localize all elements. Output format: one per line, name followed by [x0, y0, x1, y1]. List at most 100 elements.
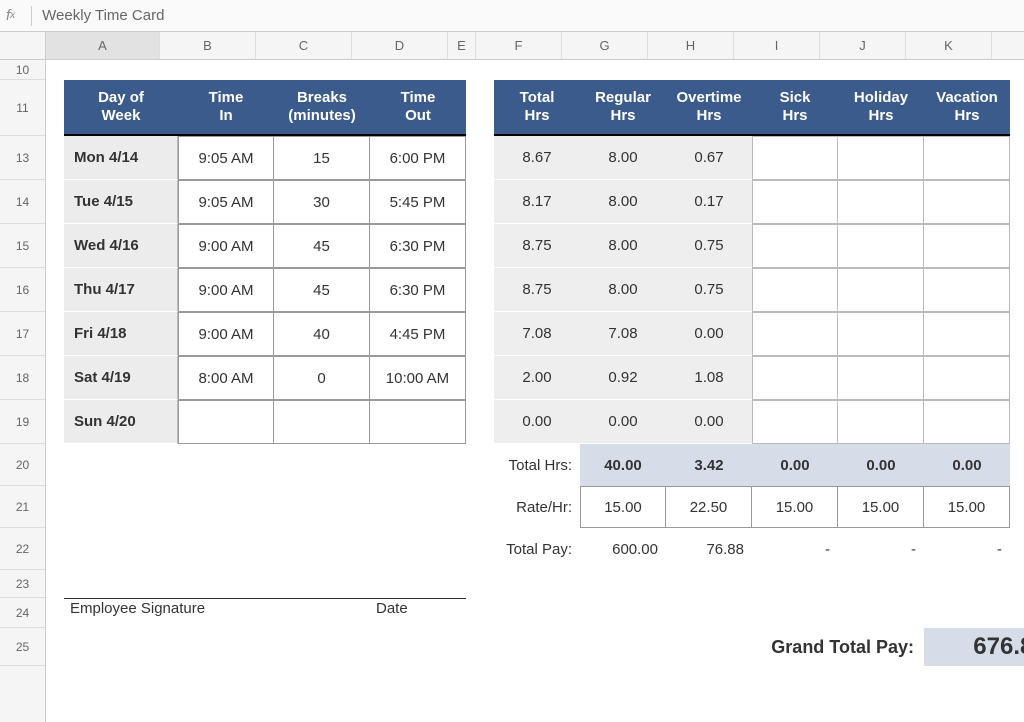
time-out-cell[interactable]: 10:00 AM [370, 356, 466, 400]
row-header[interactable]: 24 [0, 598, 45, 628]
col-header-I[interactable]: I [734, 32, 820, 59]
time-entry-row: Mon 4/14 9:05 AM 15 6:00 PM [64, 136, 466, 180]
total-hrs-reg: 40.00 [580, 444, 666, 486]
col-header-H[interactable]: H [648, 32, 734, 59]
vacation-hrs-cell[interactable] [924, 356, 1010, 400]
time-in-cell[interactable]: 9:05 AM [178, 180, 274, 224]
holiday-hrs-cell[interactable] [838, 312, 924, 356]
time-out-cell[interactable] [370, 400, 466, 444]
hdr-holiday: Holiday Hrs [838, 80, 924, 136]
time-in-cell[interactable]: 9:00 AM [178, 224, 274, 268]
sick-hrs-cell[interactable] [752, 136, 838, 180]
col-header-C[interactable]: C [256, 32, 352, 59]
ot-hrs-cell: 0.17 [666, 180, 752, 224]
row-header[interactable]: 25 [0, 628, 45, 666]
breaks-cell[interactable]: 15 [274, 136, 370, 180]
row-header[interactable]: 18 [0, 356, 45, 400]
select-all-corner[interactable] [0, 32, 46, 59]
row-header[interactable]: 21 [0, 486, 45, 528]
sick-hrs-cell[interactable] [752, 312, 838, 356]
col-header-D[interactable]: D [352, 32, 448, 59]
label-total-pay: Total Pay: [494, 528, 580, 570]
time-out-cell[interactable]: 5:45 PM [370, 180, 466, 224]
sick-hrs-cell[interactable] [752, 356, 838, 400]
day-label: Thu 4/17 [64, 268, 178, 312]
row-header[interactable]: 13 [0, 136, 45, 180]
hdr-vacation: Vacation Hrs [924, 80, 1010, 136]
row-header[interactable]: 16 [0, 268, 45, 312]
col-header-K[interactable]: K [906, 32, 992, 59]
vacation-hrs-cell[interactable] [924, 312, 1010, 356]
holiday-hrs-cell[interactable] [838, 224, 924, 268]
holiday-hrs-cell[interactable] [838, 180, 924, 224]
row-header[interactable]: 23 [0, 570, 45, 598]
sick-hrs-cell[interactable] [752, 224, 838, 268]
formula-input[interactable] [40, 6, 1018, 25]
sick-hrs-cell[interactable] [752, 400, 838, 444]
breaks-cell[interactable]: 0 [274, 356, 370, 400]
col-header-A[interactable]: A [46, 32, 160, 59]
breaks-cell[interactable]: 45 [274, 268, 370, 312]
rate-reg[interactable]: 15.00 [580, 486, 666, 528]
col-header-J[interactable]: J [820, 32, 906, 59]
label-date: Date [370, 600, 408, 617]
hdr-time-out: Time Out [370, 80, 466, 136]
row-header[interactable]: 17 [0, 312, 45, 356]
time-entry-row: Tue 4/15 9:05 AM 30 5:45 PM [64, 180, 466, 224]
row-header[interactable]: 11 [0, 80, 45, 136]
time-in-cell[interactable]: 9:05 AM [178, 136, 274, 180]
time-out-cell[interactable]: 6:00 PM [370, 136, 466, 180]
rate-hol[interactable]: 15.00 [838, 486, 924, 528]
vacation-hrs-cell[interactable] [924, 136, 1010, 180]
ot-hrs-cell: 0.00 [666, 400, 752, 444]
holiday-hrs-cell[interactable] [838, 400, 924, 444]
breaks-cell[interactable] [274, 400, 370, 444]
row-header[interactable]: 22 [0, 528, 45, 570]
col-header-E[interactable]: E [448, 32, 476, 59]
holiday-hrs-cell[interactable] [838, 136, 924, 180]
col-header-F[interactable]: F [476, 32, 562, 59]
time-out-cell[interactable]: 6:30 PM [370, 268, 466, 312]
sick-hrs-cell[interactable] [752, 180, 838, 224]
day-label: Sun 4/20 [64, 400, 178, 444]
row-header[interactable]: 20 [0, 444, 45, 486]
time-in-cell[interactable]: 8:00 AM [178, 356, 274, 400]
time-in-cell[interactable]: 9:00 AM [178, 268, 274, 312]
breaks-cell[interactable]: 40 [274, 312, 370, 356]
vacation-hrs-cell[interactable] [924, 268, 1010, 312]
breaks-cell[interactable]: 45 [274, 224, 370, 268]
col-header-B[interactable]: B [160, 32, 256, 59]
ot-hrs-cell: 1.08 [666, 356, 752, 400]
breaks-cell[interactable]: 30 [274, 180, 370, 224]
sick-hrs-cell[interactable] [752, 268, 838, 312]
hdr-overtime: Overtime Hrs [666, 80, 752, 136]
pay-hol: - [838, 528, 924, 570]
vacation-hrs-cell[interactable] [924, 400, 1010, 444]
pay-vac: - [924, 528, 1010, 570]
time-entry-row: Sun 4/20 [64, 400, 466, 444]
label-emp-signature: Employee Signature [64, 600, 274, 617]
vacation-hrs-cell[interactable] [924, 224, 1010, 268]
time-out-cell[interactable]: 4:45 PM [370, 312, 466, 356]
holiday-hrs-cell[interactable] [838, 268, 924, 312]
reg-hrs-cell: 0.92 [580, 356, 666, 400]
time-in-cell[interactable]: 9:00 AM [178, 312, 274, 356]
time-out-cell[interactable]: 6:30 PM [370, 224, 466, 268]
holiday-hrs-cell[interactable] [838, 356, 924, 400]
row-header[interactable]: 10 [0, 60, 45, 80]
rate-ot[interactable]: 22.50 [666, 486, 752, 528]
col-header-G[interactable]: G [562, 32, 648, 59]
vacation-hrs-cell[interactable] [924, 180, 1010, 224]
fx-icon[interactable]: fx [6, 7, 23, 24]
row-header[interactable]: 19 [0, 400, 45, 444]
time-in-cell[interactable] [178, 400, 274, 444]
calc-row: 8.75 8.00 0.75 [494, 224, 1010, 268]
rate-sick[interactable]: 15.00 [752, 486, 838, 528]
rate-vac[interactable]: 15.00 [924, 486, 1010, 528]
time-entry-row: Sat 4/19 8:00 AM 0 10:00 AM [64, 356, 466, 400]
day-label: Sat 4/19 [64, 356, 178, 400]
row-header[interactable]: 14 [0, 180, 45, 224]
row-header[interactable]: 15 [0, 224, 45, 268]
cells-area[interactable]: Day of Week Time In Breaks (minutes) Tim… [46, 60, 1024, 722]
total-hrs-cell: 7.08 [494, 312, 580, 356]
